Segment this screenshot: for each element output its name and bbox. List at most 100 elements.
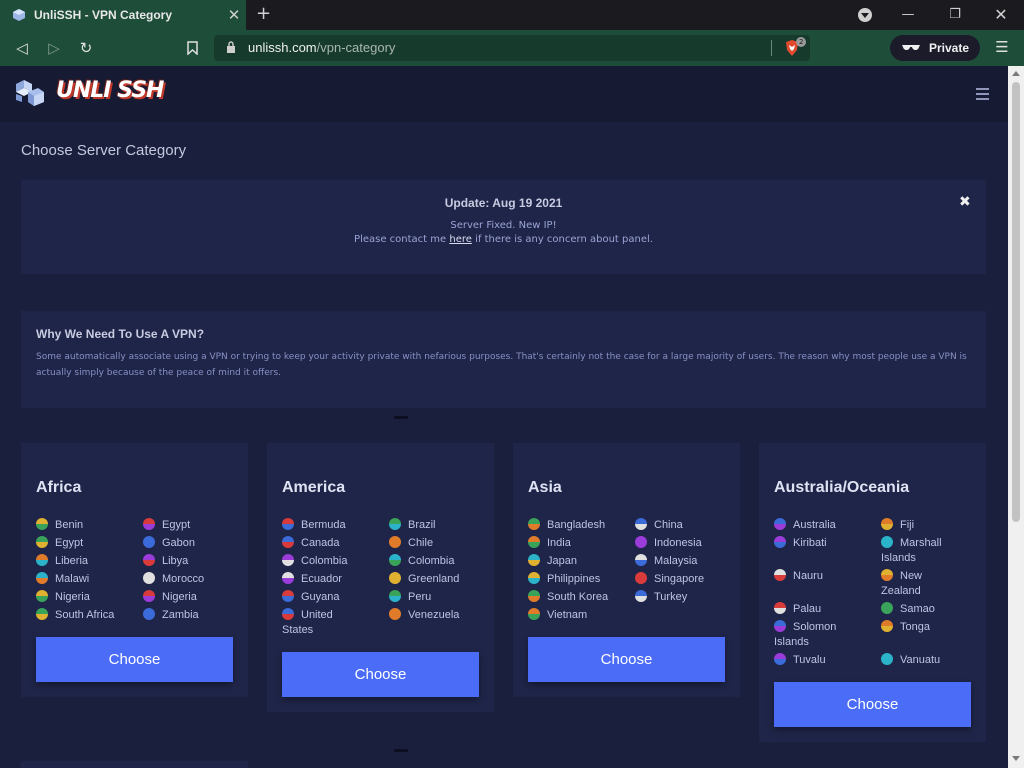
country-item: Egypt (143, 518, 243, 533)
browser-tabbar: UnliSSH - VPN Category ✕ + — ❐ ✕ (0, 0, 1024, 30)
country-name: Venezuela (408, 609, 460, 621)
country-flag-icon (774, 653, 786, 665)
country-name: Bangladesh (547, 519, 606, 531)
reload-icon[interactable]: ↻ (76, 38, 96, 58)
minimize-icon[interactable]: — (888, 0, 928, 30)
country-flag-icon (881, 620, 893, 632)
country-name: Peru (408, 591, 432, 603)
country-name: South Korea (547, 591, 609, 603)
country-item: South Korea (528, 590, 628, 605)
country-name: Malawi (55, 573, 90, 585)
why-vpn-panel: Why We Need To Use A VPN? Some automatic… (21, 311, 986, 408)
active-tab[interactable]: UnliSSH - VPN Category ✕ (0, 0, 246, 30)
notice-line1: Server Fixed. New IP! (450, 220, 557, 231)
notice-close-icon[interactable]: ✖ (959, 194, 971, 210)
country-flag-icon (774, 518, 786, 530)
country-item: Benin (36, 518, 136, 533)
country-name: Philippines (547, 573, 601, 585)
country-name: Brazil (408, 519, 436, 531)
country-item: Palau (774, 602, 874, 617)
country-item: Philippines (528, 572, 628, 587)
country-name: Nigeria (55, 591, 90, 603)
browser-menu-icon[interactable]: ☰ (994, 38, 1010, 58)
country-item: United States (282, 608, 352, 638)
country-item: Liberia (36, 554, 136, 569)
country-flag-icon (389, 608, 401, 620)
country-flag-icon (143, 608, 155, 620)
country-name: Turkey (654, 591, 688, 603)
url-separator (771, 40, 772, 56)
country-flag-icon (528, 572, 540, 584)
country-item: Canada (282, 536, 382, 551)
back-icon[interactable]: ◁ (12, 38, 32, 58)
forward-icon[interactable]: ▷ (44, 38, 64, 58)
country-flag-icon (774, 602, 786, 614)
scroll-down-icon[interactable] (1012, 756, 1020, 761)
country-flag-icon (528, 590, 540, 602)
country-flag-icon (36, 590, 48, 602)
why-title: Why We Need To Use A VPN? (36, 327, 205, 341)
contact-link[interactable]: here (449, 234, 472, 245)
country-name: South Africa (55, 609, 115, 621)
country-flag-icon (774, 620, 786, 632)
country-flag-icon (528, 554, 540, 566)
scroll-up-icon[interactable] (1012, 71, 1020, 76)
site-menu-icon[interactable] (976, 88, 989, 100)
category-card-oceania: Australia/Oceania Australia Fiji Kiribati M… (759, 443, 986, 742)
choose-asia-button[interactable]: Choose (528, 637, 725, 682)
country-flag-icon (528, 608, 540, 620)
country-flag-icon (282, 590, 294, 602)
card-title: Asia (528, 479, 562, 496)
choose-africa-button[interactable]: Choose (36, 637, 233, 682)
country-name: Vanuatu (900, 654, 941, 666)
choose-america-button[interactable]: Choose (282, 652, 479, 697)
scrollbar-thumb[interactable] (1012, 82, 1020, 522)
tab-title: UnliSSH - VPN Category (34, 8, 173, 22)
card-title: Australia/Oceania (774, 479, 910, 496)
country-name: Malaysia (654, 555, 698, 567)
country-flag-icon (635, 572, 647, 584)
country-flag-icon (635, 590, 647, 602)
country-name: Vietnam (547, 609, 588, 621)
private-window-badge[interactable]: Private (890, 35, 980, 61)
country-item: Greenland (389, 572, 489, 587)
country-item: Malawi (36, 572, 136, 587)
tab-close-icon[interactable]: ✕ (222, 6, 246, 24)
country-flag-icon (774, 569, 786, 581)
country-flag-icon (389, 572, 401, 584)
country-item: Guyana (282, 590, 382, 605)
divider-dot (394, 416, 408, 419)
address-bar[interactable]: unlissh.com/vpn-category 2 (214, 35, 810, 61)
country-name: Colombia (408, 555, 455, 567)
tab-search-icon[interactable] (858, 8, 872, 22)
window-close-icon[interactable]: ✕ (981, 0, 1021, 30)
country-item: Brazil (389, 518, 489, 533)
site-logo-text[interactable]: UNLI SSH (56, 78, 164, 103)
country-flag-icon (36, 608, 48, 620)
why-body: Some automatically associate using a VPN… (36, 352, 967, 378)
country-flag-icon (389, 518, 401, 530)
country-name: Libya (162, 555, 189, 567)
country-item: Nigeria (36, 590, 136, 605)
country-item: Ecuador (282, 572, 382, 587)
country-item: Singapore (635, 572, 735, 587)
country-name: Gabon (162, 537, 196, 549)
page-scrollbar[interactable] (1008, 66, 1024, 768)
new-tab-icon[interactable]: + (256, 4, 274, 24)
country-name: Indonesia (654, 537, 702, 549)
bookmark-icon[interactable] (182, 38, 202, 58)
country-name: Japan (547, 555, 577, 567)
country-item: Kiribati (774, 536, 874, 551)
country-item: Chile (389, 536, 489, 551)
country-name: Colombia (301, 555, 348, 567)
choose-oceania-button[interactable]: Choose (774, 682, 971, 727)
country-flag-icon (143, 518, 155, 530)
country-flag-icon (143, 536, 155, 548)
url-text: unlissh.com/vpn-category (248, 40, 396, 55)
card-title: America (282, 479, 346, 496)
category-card-asia: Asia Bangladesh China India Indonesia Japan M… (513, 443, 740, 697)
country-flag-icon (635, 536, 647, 548)
country-name: Tonga (900, 621, 930, 633)
restore-icon[interactable]: ❐ (935, 0, 975, 30)
country-item: India (528, 536, 628, 551)
